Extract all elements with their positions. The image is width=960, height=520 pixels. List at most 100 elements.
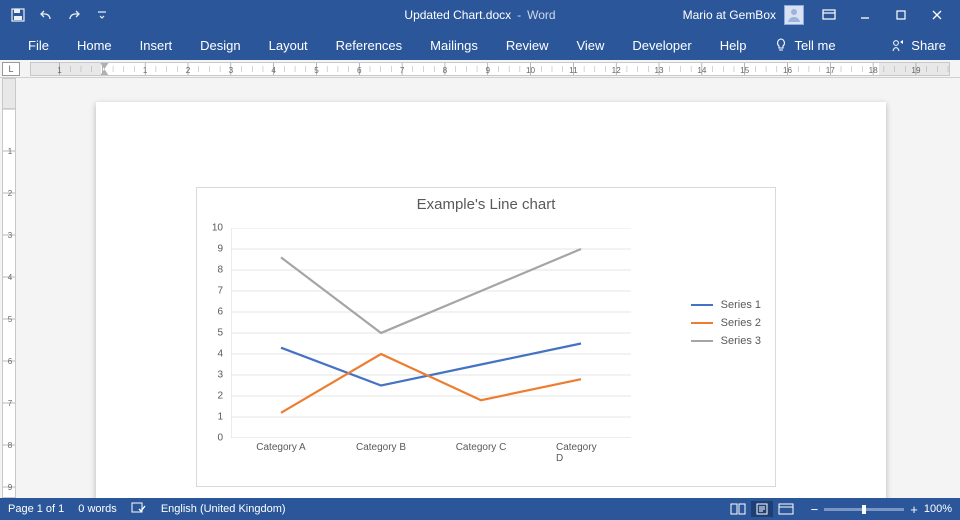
quick-access-toolbar	[0, 3, 114, 27]
svg-text:11: 11	[569, 66, 578, 75]
ruler-row: L 112345678910111213141516171819	[0, 60, 960, 78]
y-tick-label: 9	[217, 244, 223, 255]
svg-text:14: 14	[697, 66, 707, 75]
customize-qat-button[interactable]	[90, 3, 114, 27]
y-tick-label: 2	[217, 391, 223, 402]
tab-selector[interactable]: L	[2, 62, 20, 76]
zoom-in-button[interactable]: +	[910, 502, 918, 517]
app-name: Word	[527, 8, 555, 22]
svg-text:19: 19	[911, 66, 921, 75]
legend-swatch	[691, 304, 713, 306]
tab-mailings[interactable]: Mailings	[416, 32, 492, 59]
svg-text:17: 17	[826, 66, 836, 75]
share-icon	[891, 38, 905, 52]
svg-text:4: 4	[8, 273, 13, 282]
svg-text:6: 6	[8, 357, 13, 366]
ribbon-display-button[interactable]	[812, 3, 846, 27]
undo-button[interactable]	[34, 3, 58, 27]
print-layout-button[interactable]	[751, 501, 773, 517]
share-button[interactable]: Share	[877, 38, 960, 53]
svg-text:3: 3	[229, 66, 234, 75]
svg-text:2: 2	[186, 66, 191, 75]
read-mode-button[interactable]	[727, 501, 749, 517]
svg-text:18: 18	[869, 66, 879, 75]
status-word-count[interactable]: 0 words	[78, 503, 117, 515]
window-title: Updated Chart.docx - Word	[404, 8, 555, 22]
tab-review[interactable]: Review	[492, 32, 563, 59]
spellcheck-icon[interactable]	[131, 501, 147, 518]
y-tick-label: 7	[217, 286, 223, 297]
tab-view[interactable]: View	[562, 32, 618, 59]
svg-text:5: 5	[314, 66, 319, 75]
view-buttons	[727, 501, 797, 517]
redo-button[interactable]	[62, 3, 86, 27]
svg-text:1: 1	[57, 66, 62, 75]
svg-text:12: 12	[612, 66, 622, 75]
x-tick-label: Category B	[356, 442, 406, 453]
svg-text:9: 9	[485, 66, 490, 75]
svg-text:4: 4	[271, 66, 276, 75]
svg-text:15: 15	[740, 66, 750, 75]
tab-insert[interactable]: Insert	[126, 32, 187, 59]
chart-y-axis: 012345678910	[197, 228, 227, 438]
y-tick-label: 5	[217, 328, 223, 339]
svg-text:2: 2	[8, 189, 13, 198]
svg-text:1: 1	[143, 66, 148, 75]
horizontal-ruler[interactable]: 112345678910111213141516171819	[30, 62, 950, 76]
x-tick-label: Category A	[256, 442, 305, 453]
web-layout-button[interactable]	[775, 501, 797, 517]
legend-item: Series 2	[691, 317, 761, 329]
window-controls	[812, 3, 954, 27]
legend-label: Series 2	[721, 317, 761, 329]
zoom-control: − + 100%	[811, 502, 952, 517]
svg-text:13: 13	[655, 66, 665, 75]
y-tick-label: 8	[217, 265, 223, 276]
chart-legend: Series 1 Series 2 Series 3	[691, 293, 761, 353]
y-tick-label: 10	[212, 223, 223, 234]
maximize-button[interactable]	[884, 3, 918, 27]
status-language[interactable]: English (United Kingdom)	[161, 503, 286, 515]
tab-design[interactable]: Design	[186, 32, 254, 59]
legend-swatch	[691, 340, 713, 342]
tab-layout[interactable]: Layout	[255, 32, 322, 59]
x-tick-label: Category C	[456, 442, 507, 453]
legend-swatch	[691, 322, 713, 324]
chart-title: Example's Line chart	[197, 188, 775, 213]
svg-text:3: 3	[8, 231, 13, 240]
svg-text:8: 8	[8, 441, 13, 450]
tab-developer[interactable]: Developer	[618, 32, 705, 59]
share-label: Share	[911, 38, 946, 53]
y-tick-label: 1	[217, 412, 223, 423]
tell-me-search[interactable]: Tell me	[760, 38, 849, 53]
tab-home[interactable]: Home	[63, 32, 126, 59]
y-tick-label: 0	[217, 433, 223, 444]
editing-surface: 1234567891011 Example's Line chart 01234…	[0, 78, 960, 498]
tab-help[interactable]: Help	[706, 32, 761, 59]
user-avatar[interactable]	[784, 5, 804, 25]
lightbulb-icon	[774, 38, 788, 52]
minimize-button[interactable]	[848, 3, 882, 27]
status-page[interactable]: Page 1 of 1	[8, 503, 64, 515]
tab-references[interactable]: References	[322, 32, 416, 59]
svg-text:7: 7	[400, 66, 405, 75]
zoom-level[interactable]: 100%	[924, 503, 952, 515]
legend-label: Series 3	[721, 335, 761, 347]
legend-item: Series 3	[691, 335, 761, 347]
svg-text:9: 9	[8, 483, 13, 492]
legend-label: Series 1	[721, 299, 761, 311]
zoom-out-button[interactable]: −	[811, 502, 819, 517]
legend-item: Series 1	[691, 299, 761, 311]
tab-file[interactable]: File	[14, 32, 63, 59]
svg-text:5: 5	[8, 315, 13, 324]
vertical-ruler[interactable]: 1234567891011	[2, 78, 16, 498]
chart-object[interactable]: Example's Line chart 012345678910 Catego…	[196, 187, 776, 487]
user-name: Mario at GemBox	[683, 8, 776, 22]
save-button[interactable]	[6, 3, 30, 27]
document-page[interactable]: Example's Line chart 012345678910 Catego…	[96, 102, 886, 498]
zoom-slider[interactable]	[824, 508, 904, 511]
x-tick-label: Category D	[556, 442, 606, 464]
close-button[interactable]	[920, 3, 954, 27]
title-bar: Updated Chart.docx - Word Mario at GemBo…	[0, 0, 960, 30]
y-tick-label: 6	[217, 307, 223, 318]
y-tick-label: 4	[217, 349, 223, 360]
